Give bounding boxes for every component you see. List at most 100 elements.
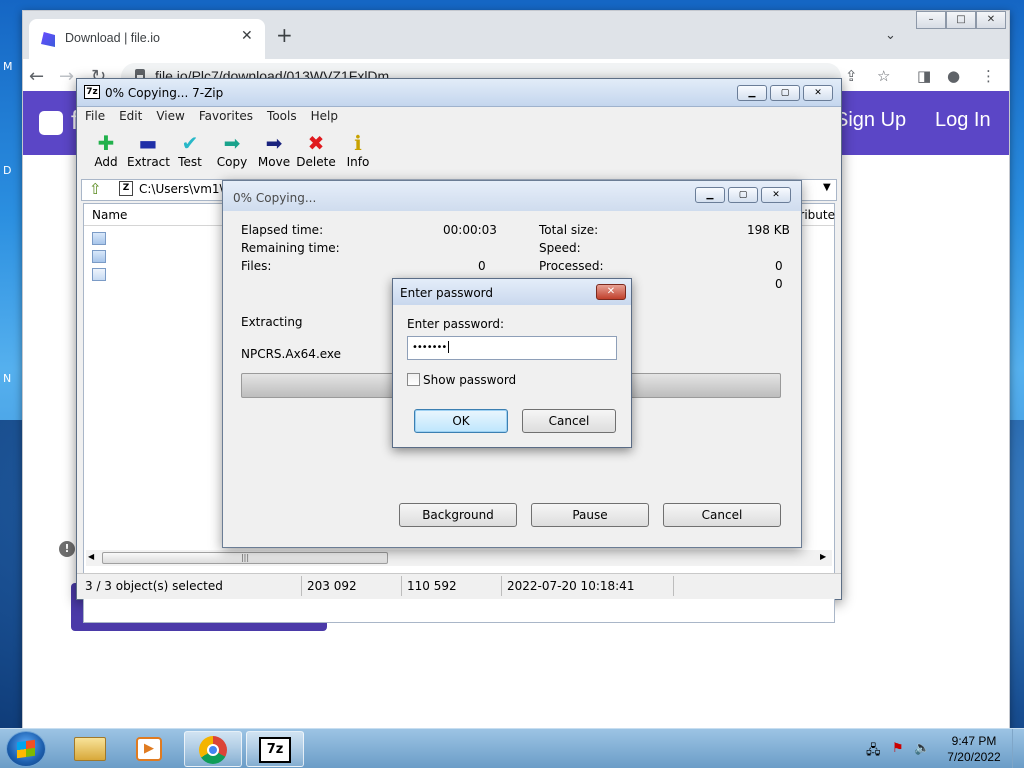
processed-value: 0 <box>775 259 783 273</box>
window-controls: ▁ ▢ ✕ <box>737 85 833 101</box>
move-label: Move <box>257 155 291 169</box>
cancel-button[interactable]: Cancel <box>663 503 781 527</box>
speed-label: Speed: <box>539 241 581 255</box>
scroll-left-icon[interactable]: ◀ <box>88 552 94 561</box>
delete-button[interactable]: ✖ Delete <box>295 131 337 169</box>
menu-bar: File Edit View Favorites Tools Help <box>85 109 338 123</box>
info-label: Info <box>346 155 370 169</box>
window-controls: – □ ✕ <box>916 11 1008 29</box>
volume-icon[interactable]: 🔈 <box>914 741 930 756</box>
exclamation-circle-icon: ! <box>59 541 75 557</box>
password-titlebar[interactable]: Enter password ✕ <box>393 279 631 305</box>
close-button[interactable]: ✕ <box>976 11 1006 29</box>
maximize-button[interactable]: □ <box>946 11 976 29</box>
tab-search-chevron-icon[interactable]: ⌄ <box>885 28 896 43</box>
minimize-button[interactable]: – <box>916 11 946 29</box>
password-value: ••••••• <box>412 342 447 353</box>
file-icon[interactable] <box>92 268 106 281</box>
close-button[interactable]: ✕ <box>761 187 791 203</box>
copy-button[interactable]: ➡ Copy <box>211 131 253 169</box>
network-icon[interactable]: 🖧 <box>866 741 881 763</box>
minimize-button[interactable]: ▁ <box>695 187 725 203</box>
forward-arrow-icon[interactable]: → <box>59 66 74 87</box>
sevenzip-titlebar[interactable]: 7z 0% Copying... 7-Zip ▁ ▢ ✕ <box>77 79 841 107</box>
folder-icon <box>74 737 106 761</box>
plus-icon: ✚ <box>97 131 115 155</box>
extra-value: 0 <box>775 277 783 291</box>
start-button[interactable] <box>6 731 46 767</box>
show-password-label[interactable]: Show password <box>423 373 516 387</box>
back-arrow-icon[interactable]: ← <box>29 66 44 87</box>
path-dropdown-icon[interactable]: ▼ <box>823 182 831 193</box>
file-io-favicon-icon <box>41 32 55 47</box>
share-icon[interactable]: ⇪ <box>845 67 858 85</box>
move-button[interactable]: ➡ Move <box>253 131 295 169</box>
tab-title: Download | file.io <box>65 31 160 45</box>
menu-help[interactable]: Help <box>311 109 338 123</box>
status-size: 203 092 <box>307 579 357 593</box>
password-label: Enter password: <box>407 317 505 331</box>
test-button[interactable]: ✔ Test <box>169 131 211 169</box>
log-in-link[interactable]: Log In <box>935 109 991 132</box>
bookmark-star-icon[interactable]: ☆ <box>877 67 890 85</box>
file-icon[interactable] <box>92 250 106 263</box>
status-selected: 3 / 3 object(s) selected <box>85 579 223 593</box>
file-io-logo-icon[interactable] <box>39 111 63 135</box>
extract-label: Extract <box>127 155 170 169</box>
taskbar-chrome[interactable] <box>184 731 242 767</box>
taskbar-explorer[interactable] <box>62 731 120 767</box>
folder-up-icon[interactable]: ⇧ <box>89 180 102 198</box>
taskbar: ▶ 7z 🖧 ⚑ 🔈 9:47 PM 7/20/2022 <box>0 728 1024 768</box>
password-input[interactable]: ••••••• <box>407 336 617 360</box>
pause-button[interactable]: Pause <box>531 503 649 527</box>
info-icon: ℹ <box>354 131 362 155</box>
clock[interactable]: 9:47 PM 7/20/2022 <box>942 733 1006 765</box>
current-filename: NPCRS.Ax64.exe <box>241 347 342 361</box>
close-icon[interactable]: ✕ <box>596 284 626 300</box>
x-icon: ✖ <box>307 131 325 155</box>
archive-icon: Z <box>119 181 133 196</box>
files-label: Files: <box>241 259 272 273</box>
status-modified: 2022-07-20 10:18:41 <box>507 579 635 593</box>
extract-button[interactable]: ▬ Extract <box>127 131 170 169</box>
maximize-button[interactable]: ▢ <box>728 187 758 203</box>
show-desktop-button[interactable] <box>1012 729 1024 768</box>
menu-file[interactable]: File <box>85 109 105 123</box>
add-label: Add <box>94 155 118 169</box>
ok-button[interactable]: OK <box>414 409 508 433</box>
maximize-button[interactable]: ▢ <box>770 85 800 101</box>
action-center-flag-icon[interactable]: ⚑ <box>892 741 904 756</box>
file-icon[interactable] <box>92 232 106 245</box>
menu-favorites[interactable]: Favorites <box>199 109 253 123</box>
close-tab-icon[interactable]: ✕ <box>241 28 253 44</box>
new-tab-button[interactable]: + <box>276 25 293 45</box>
info-button[interactable]: ℹ Info <box>337 131 379 169</box>
browser-tab[interactable]: Download | file.io ✕ <box>29 19 265 59</box>
password-dialog-title: Enter password <box>400 286 493 300</box>
desktop-icon-label: D <box>3 164 12 177</box>
minimize-button[interactable]: ▁ <box>737 85 767 101</box>
menu-tools[interactable]: Tools <box>267 109 297 123</box>
status-bar: 3 / 3 object(s) selected 203 092 110 592… <box>77 573 841 599</box>
cancel-button[interactable]: Cancel <box>522 409 616 433</box>
menu-view[interactable]: View <box>156 109 184 123</box>
sign-up-link[interactable]: Sign Up <box>835 109 906 132</box>
progress-titlebar[interactable]: 0% Copying... ▁ ▢ ✕ <box>223 181 801 211</box>
add-button[interactable]: ✚ Add <box>85 131 127 169</box>
taskbar-media-player[interactable]: ▶ <box>122 731 180 767</box>
close-button[interactable]: ✕ <box>803 85 833 101</box>
elapsed-label: Elapsed time: <box>241 223 324 237</box>
background-button[interactable]: Background <box>399 503 517 527</box>
elapsed-value: 00:00:03 <box>443 223 497 237</box>
menu-kebab-icon[interactable]: ⋮ <box>981 67 996 85</box>
window-controls: ▁ ▢ ✕ <box>695 187 791 203</box>
horizontal-scrollbar[interactable]: ◀ ||| ▶ <box>86 550 832 566</box>
menu-edit[interactable]: Edit <box>119 109 142 123</box>
show-password-checkbox[interactable] <box>407 373 420 386</box>
taskbar-7zip[interactable]: 7z <box>246 731 304 767</box>
scroll-right-icon[interactable]: ▶ <box>820 552 826 561</box>
scroll-thumb[interactable]: ||| <box>102 552 388 564</box>
profile-avatar-icon[interactable]: ● <box>947 67 960 85</box>
side-panel-icon[interactable]: ◨ <box>917 67 931 85</box>
column-name[interactable]: Name <box>92 208 127 222</box>
